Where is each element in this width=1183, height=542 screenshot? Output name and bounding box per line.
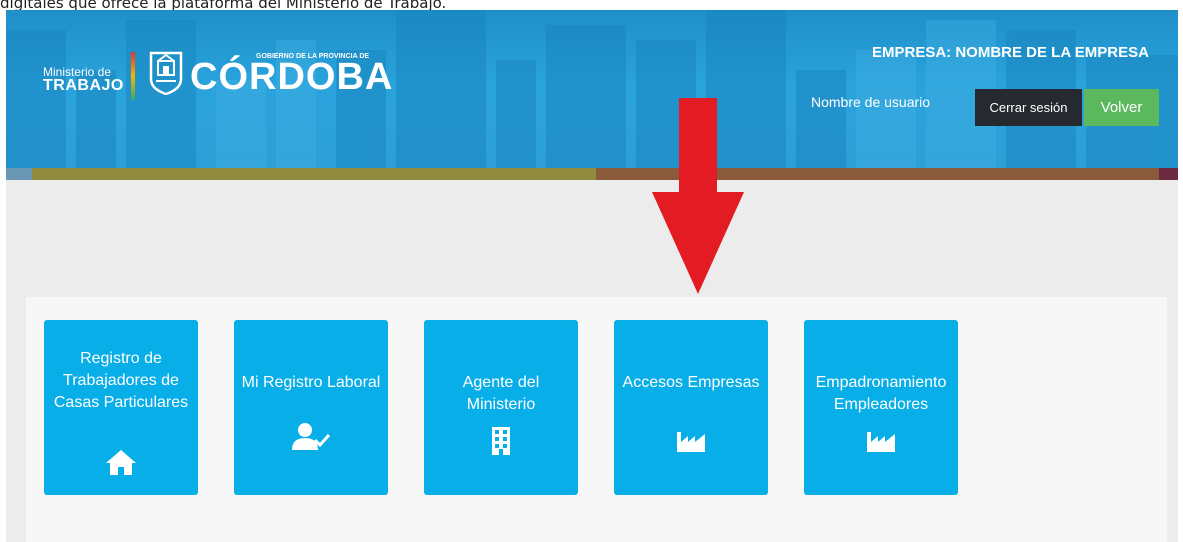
username-label: Nombre de usuario bbox=[811, 94, 931, 110]
page-caption: digitales que ofrece la plataforma del M… bbox=[0, 0, 447, 10]
user-check-icon bbox=[292, 423, 331, 450]
ministerio-big-text: TRABAJO bbox=[43, 77, 124, 94]
company-name-label: EMPRESA: NOMBRE DE LA EMPRESA bbox=[872, 44, 1149, 61]
factory-icon bbox=[867, 432, 895, 452]
shield-icon bbox=[149, 51, 183, 95]
tile-registro-casas-particulares[interactable]: Registro de Trabajadores de Casas Partic… bbox=[44, 320, 198, 495]
tile-accesos-empresas[interactable]: Accesos Empresas bbox=[614, 320, 768, 495]
color-stripe-olive bbox=[6, 168, 32, 180]
logout-button[interactable]: Cerrar sesión bbox=[975, 89, 1082, 126]
color-stripe-maroon bbox=[1159, 168, 1178, 180]
ministerio-logo: Ministerio de TRABAJO bbox=[43, 66, 124, 94]
tile-label: Registro de Trabajadores de Casas Partic… bbox=[53, 350, 189, 411]
red-down-arrow-icon bbox=[652, 98, 744, 294]
back-button[interactable]: Volver bbox=[1084, 89, 1159, 126]
building-icon bbox=[492, 427, 510, 455]
tile-label: Empadronamiento Empleadores bbox=[815, 374, 947, 413]
tile-agente-ministerio[interactable]: Agente del Ministerio bbox=[424, 320, 578, 495]
site-header: Ministerio de TRABAJO GOBIERNO DE LA PRO… bbox=[6, 10, 1178, 180]
tile-label: Mi Registro Laboral bbox=[241, 374, 381, 391]
tile-empadronamiento-empleadores[interactable]: Empadronamiento Empleadores bbox=[804, 320, 958, 495]
tile-label: Agente del Ministerio bbox=[462, 374, 540, 413]
factory-icon bbox=[677, 432, 705, 452]
color-stripe-olive bbox=[32, 168, 596, 180]
tile-mi-registro-laboral[interactable]: Mi Registro Laboral bbox=[234, 320, 388, 495]
cordoba-text: CÓRDOBA bbox=[190, 56, 394, 98]
logo-divider bbox=[131, 52, 135, 100]
tile-label: Accesos Empresas bbox=[622, 374, 760, 391]
home-icon bbox=[106, 450, 136, 475]
